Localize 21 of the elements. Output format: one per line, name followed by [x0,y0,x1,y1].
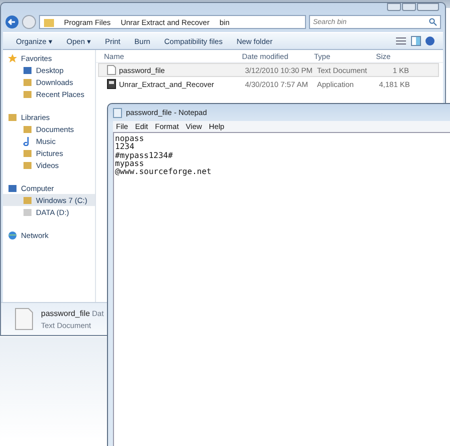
star-icon [8,54,17,62]
preview-pane-icon[interactable] [411,36,421,46]
text-area[interactable]: nopass 1234 #mypass1234# mypass @www.sourceforge.net [113,132,450,446]
globe-icon [8,230,17,240]
text-line: nopass [115,135,145,143]
search-icon [429,18,437,26]
text-line: mypass [115,160,144,168]
notepad-icon [113,108,122,118]
forward-icon[interactable] [22,15,36,29]
document-icon [15,308,33,330]
close-button[interactable] [417,3,439,11]
details-file-name: password_file [41,308,90,318]
text-line: @www.sourceforge.net [115,168,212,176]
minimize-button[interactable] [387,3,401,11]
text-line: 1234 [115,143,134,152]
back-icon[interactable] [5,15,19,29]
maximize-button[interactable] [402,3,416,11]
text-line: #mypass1234# [115,152,174,160]
view-icon[interactable] [395,36,407,46]
application-icon [107,79,116,89]
document-icon [107,65,116,75]
